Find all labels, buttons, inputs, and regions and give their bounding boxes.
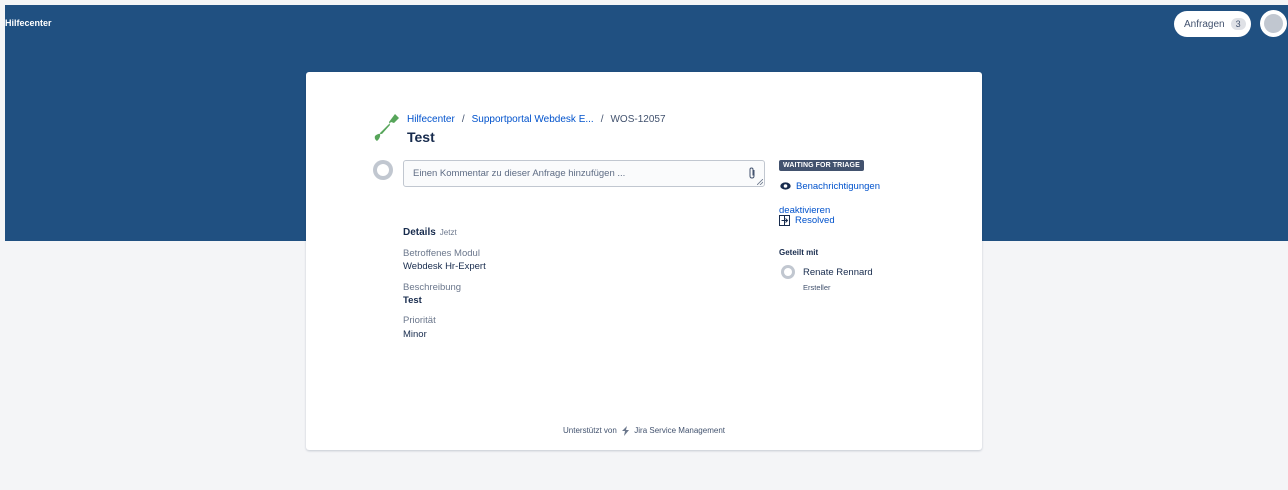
comment-placeholder: Einen Kommentar zu dieser Anfrage hinzuf… xyxy=(413,168,626,179)
participant-role: Ersteller xyxy=(803,283,831,292)
notifications-label: Benachrichtigungen deaktivieren xyxy=(779,181,880,216)
resize-handle-icon[interactable] xyxy=(757,179,763,185)
jira-bolt-icon xyxy=(622,426,630,436)
user-avatar-icon xyxy=(1264,14,1283,33)
requests-label: Anfragen xyxy=(1184,18,1225,30)
breadcrumb-home-link[interactable]: Hilfecenter xyxy=(407,114,455,125)
status-badge: WAITING FOR TRIAGE xyxy=(779,160,864,171)
jira-service-management-link[interactable]: Jira Service Management xyxy=(634,426,725,435)
breadcrumb: Hilfecenter / Supportportal Webdesk E... / W… xyxy=(407,114,666,125)
participant-avatar xyxy=(781,265,795,279)
details-heading: Details Jetzt xyxy=(403,227,457,238)
resolve-action[interactable]: Resolved xyxy=(779,215,835,226)
field-label-priority: Priorität xyxy=(403,315,436,326)
breadcrumb-portal-link[interactable]: Supportportal Webdesk E... xyxy=(472,114,594,125)
comment-avatar xyxy=(373,160,393,180)
field-value-priority: Minor xyxy=(403,329,427,340)
eye-icon xyxy=(780,182,791,191)
request-title: Test xyxy=(407,129,435,145)
participant-name: Renate Rennard xyxy=(803,267,873,278)
request-card: Hilfecenter / Supportportal Webdesk E... / W… xyxy=(306,72,982,450)
powered-by-footer: Unterstützt von Jira Service Management xyxy=(563,426,725,436)
field-value-description: Test xyxy=(403,295,422,306)
breadcrumb-issue-key: WOS-12057 xyxy=(610,114,666,125)
user-avatar-button[interactable] xyxy=(1260,10,1287,37)
paperclip-icon[interactable] xyxy=(748,167,756,179)
wrench-icon xyxy=(374,114,399,141)
requests-button[interactable]: Anfragen 3 xyxy=(1174,11,1251,37)
shared-with-heading: Geteilt mit xyxy=(779,248,819,257)
comment-input[interactable]: Einen Kommentar zu dieser Anfrage hinzuf… xyxy=(403,160,765,187)
field-value-module: Webdesk Hr-Expert xyxy=(403,261,486,272)
transition-icon xyxy=(779,215,790,226)
help-center-link[interactable]: Hilfecenter xyxy=(5,18,52,28)
field-label-description: Beschreibung xyxy=(403,282,462,293)
details-time: Jetzt xyxy=(439,228,457,237)
requests-count-badge: 3 xyxy=(1230,18,1246,30)
resolve-label: Resolved xyxy=(795,215,835,226)
field-label-module: Betroffenes Modul xyxy=(403,248,480,259)
